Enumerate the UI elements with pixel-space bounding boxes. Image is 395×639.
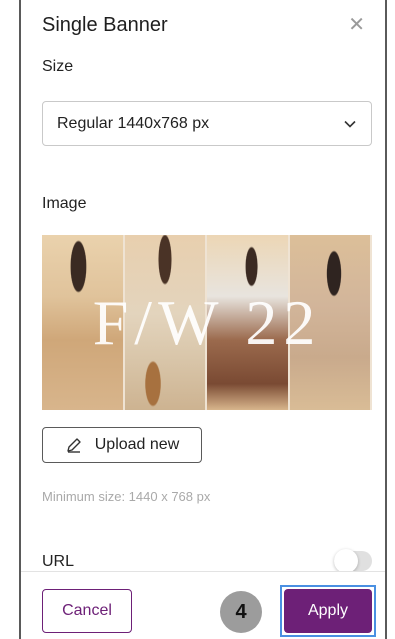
- pencil-icon: [67, 438, 81, 453]
- modal-footer: Cancel 4 Apply: [21, 571, 385, 639]
- single-banner-modal: Single Banner ✕ Size Regular 1440x768 px…: [19, 0, 387, 639]
- toggle-knob: [334, 549, 358, 573]
- size-select-value: Regular 1440x768 px: [57, 114, 210, 132]
- apply-button[interactable]: Apply: [284, 589, 372, 633]
- modal-header: Single Banner ✕: [21, 0, 385, 50]
- modal-title: Single Banner: [42, 13, 168, 36]
- upload-new-label: Upload new: [94, 436, 180, 453]
- banner-image-preview: F/W 22: [42, 235, 372, 410]
- image-label: Image: [42, 195, 87, 212]
- url-toggle[interactable]: [334, 549, 372, 573]
- upload-new-button[interactable]: Upload new: [42, 427, 202, 463]
- size-select[interactable]: Regular 1440x768 px: [42, 101, 372, 146]
- size-label: Size: [42, 58, 74, 75]
- banner-overlay-text: F/W 22: [92, 286, 322, 358]
- step-number-badge: 4: [220, 591, 262, 633]
- minimum-size-hint: Minimum size: 1440 x 768 px: [42, 489, 211, 504]
- url-label: URL: [42, 553, 75, 570]
- chevron-down-icon: [344, 120, 356, 128]
- close-icon[interactable]: ✕: [348, 15, 365, 35]
- cancel-button[interactable]: Cancel: [42, 589, 132, 633]
